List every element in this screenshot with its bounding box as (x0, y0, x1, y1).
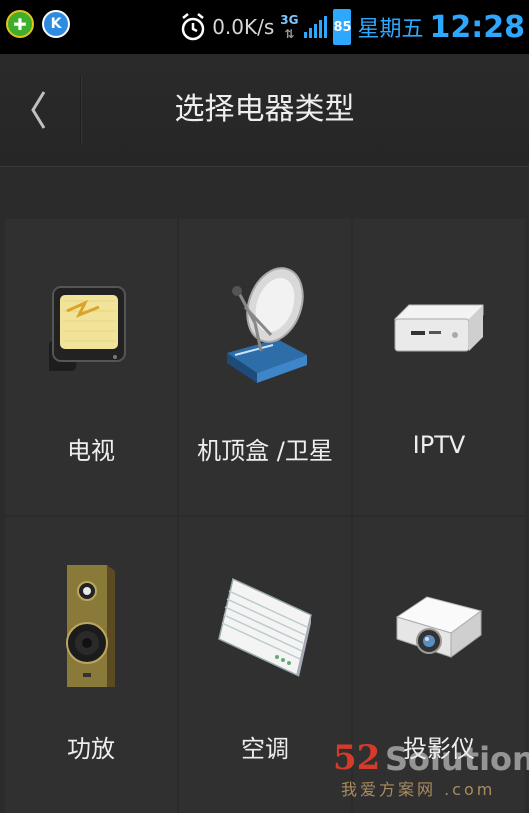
weekday: 星期五 (357, 11, 423, 43)
network-speed: 0.0K/s (212, 15, 274, 39)
battery-level: 85 (333, 9, 351, 45)
satellite-dish-icon (215, 263, 315, 395)
device-tile-iptv[interactable]: IPTV (353, 219, 525, 515)
clock: 12:28 (430, 10, 526, 45)
air-conditioner-icon (217, 577, 313, 677)
tv-icon (49, 281, 133, 377)
status-bar: ✚ K 0.0K/s 3G ⇅ 85 星期五 12:28 (0, 0, 529, 54)
device-label: 功放 (5, 729, 177, 764)
device-label: 空调 (179, 729, 351, 764)
watermark-word: Solution (385, 740, 529, 778)
device-tile-air-conditioner[interactable]: 空调 (179, 517, 351, 813)
notification-icons: ✚ K (6, 10, 70, 38)
device-tile-amplifier[interactable]: 功放 (5, 517, 177, 813)
projector-icon (393, 587, 485, 667)
k-app-notification-icon: K (42, 10, 70, 38)
device-label: IPTV (353, 431, 525, 459)
status-indicators: 0.0K/s 3G ⇅ 85 星期五 12:28 (180, 6, 525, 48)
title-bar: 选择电器类型 (0, 54, 529, 167)
network-type: 3G ⇅ (280, 13, 298, 41)
iptv-box-icon (391, 301, 487, 357)
data-arrows-icon: ⇅ (280, 27, 298, 41)
signal-strength-icon (304, 16, 327, 38)
device-tile-set-top-box[interactable]: 机顶盒 /卫星 (179, 219, 351, 515)
speaker-icon (61, 561, 121, 693)
device-tile-tv[interactable]: 电视 (5, 219, 177, 515)
device-type-grid: 电视 机顶盒 /卫星 (5, 219, 525, 813)
app-notification-icon: ✚ (6, 10, 34, 38)
back-button[interactable] (0, 54, 80, 166)
divider (80, 76, 81, 144)
alarm-clock-icon (180, 12, 206, 42)
chevron-left-icon (28, 90, 48, 130)
network-type-label: 3G (280, 13, 298, 27)
device-label: 电视 (5, 431, 177, 466)
watermark: 52 Solution 我爱方案网 .com (333, 736, 529, 800)
watermark-subtitle: 我爱方案网 .com (341, 776, 495, 800)
watermark-number: 52 (333, 738, 380, 778)
device-label: 机顶盒 /卫星 (179, 431, 351, 466)
